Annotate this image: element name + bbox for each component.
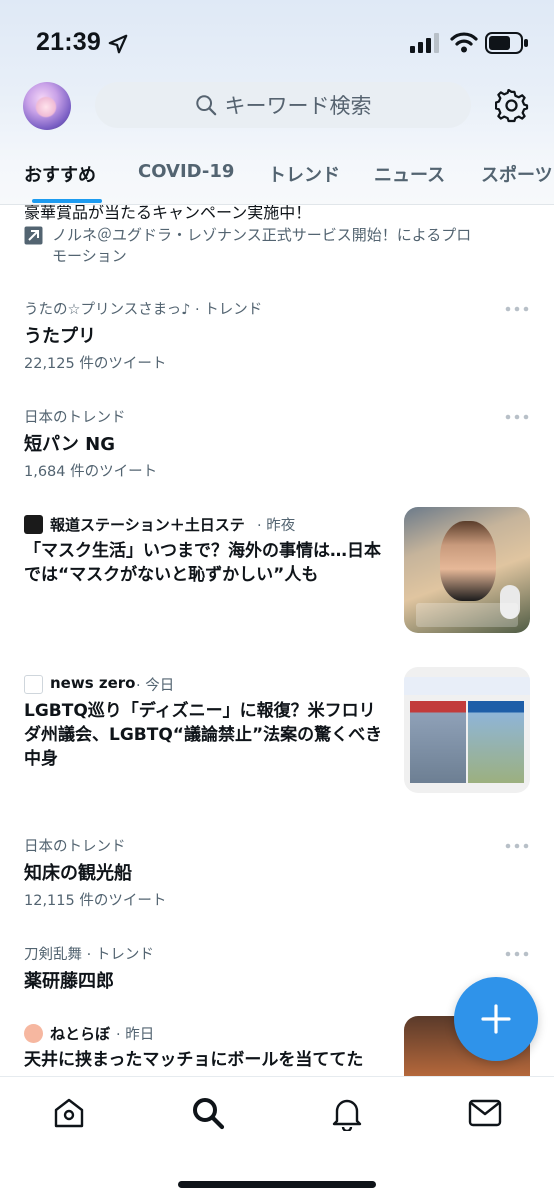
tab-recommended[interactable]: おすすめ: [24, 161, 96, 187]
trend-title: 知床の観光船: [24, 863, 132, 884]
news-time: · 昨日: [116, 1027, 155, 1043]
news-source: news zero: [50, 674, 136, 692]
tab-sports[interactable]: スポーツ: [481, 161, 553, 187]
bell-icon[interactable]: [329, 1095, 365, 1131]
trend-count: 12,115 件のツイート: [24, 893, 167, 909]
news-thumbnail: [404, 667, 530, 793]
tab-active-indicator: [32, 199, 102, 203]
trend-title: 薬研藤四郎: [24, 971, 114, 992]
more-icon[interactable]: [505, 951, 529, 957]
news-source-logo: [24, 675, 43, 694]
trend-context: うたの☆プリンスさまっ♪ · トレンド: [24, 302, 263, 318]
explore-feed[interactable]: 豪華賞品が当たるキャンペーン実施中！ ノルネ＠ユグドラ・レゾナンス正式サービス開…: [0, 205, 554, 1076]
status-bar: 21:39: [0, 0, 554, 88]
news-headline: 天井に挟まったマッチョにボールを当ててた: [24, 1050, 364, 1070]
explore-tabs: おすすめ COVID-19 トレンド ニュース スポーツ: [0, 148, 554, 204]
trend-context: 日本のトレンド: [24, 410, 126, 426]
news-source: ねとらぼ: [50, 1025, 111, 1043]
more-icon[interactable]: [505, 414, 529, 420]
promoted-arrow-icon: [24, 226, 43, 245]
plus-icon: [481, 1004, 511, 1034]
more-icon[interactable]: [505, 306, 529, 312]
tab-trends[interactable]: トレンド: [268, 161, 340, 187]
trend-title: 短パン NG: [24, 434, 116, 455]
gear-icon[interactable]: [495, 89, 529, 123]
news-source-logo: [24, 515, 43, 534]
more-icon[interactable]: [505, 843, 529, 849]
search-input[interactable]: キーワード検索: [95, 82, 471, 128]
search-nav-icon[interactable]: [190, 1095, 226, 1131]
news-source: 報道ステーション＋土日ステ: [50, 516, 245, 534]
home-icon[interactable]: [51, 1095, 87, 1131]
news-headline: LGBTQ巡り「ディズニー」に報復？米フロリダ州議会、LGBTQ“議論禁止”法案…: [24, 701, 383, 769]
news-headline: 「マスク生活」いつまで？海外の事情は…日本では“マスクがないと恥ずかしい”人も: [24, 541, 381, 585]
news-source-logo: [24, 1024, 43, 1043]
promo-line: ノルネ＠ユグドラ・レゾナンス正式サービス開始！によるプロモーション: [52, 226, 472, 265]
cell-signal-icon: [410, 33, 439, 53]
home-indicator: [178, 1181, 376, 1188]
search-placeholder: キーワード検索: [224, 94, 372, 118]
tab-news[interactable]: ニュース: [374, 161, 445, 187]
profile-avatar[interactable]: [23, 82, 71, 130]
battery-icon: [485, 32, 528, 54]
status-time: 21:39: [36, 28, 101, 56]
promo-text: 豪華賞品が当たるキャンペーン実施中！: [24, 205, 312, 222]
search-icon: [195, 95, 216, 116]
wifi-icon: [450, 32, 478, 53]
news-thumbnail: [404, 507, 530, 633]
trend-context: 日本のトレンド: [24, 839, 126, 855]
trend-count: 1,684 件のツイート: [24, 464, 158, 480]
news-time: · 昨夜: [257, 518, 296, 534]
trend-context: 刀剣乱舞 · トレンド: [24, 947, 154, 963]
news-time: · 今日: [136, 678, 175, 694]
trend-count: 22,125 件のツイート: [24, 356, 167, 372]
mail-icon[interactable]: [467, 1095, 503, 1131]
trend-title: うたプリ: [24, 326, 96, 347]
compose-tweet-button[interactable]: [454, 977, 538, 1061]
location-arrow-icon: [108, 34, 128, 54]
tab-covid19[interactable]: COVID-19: [138, 161, 234, 182]
